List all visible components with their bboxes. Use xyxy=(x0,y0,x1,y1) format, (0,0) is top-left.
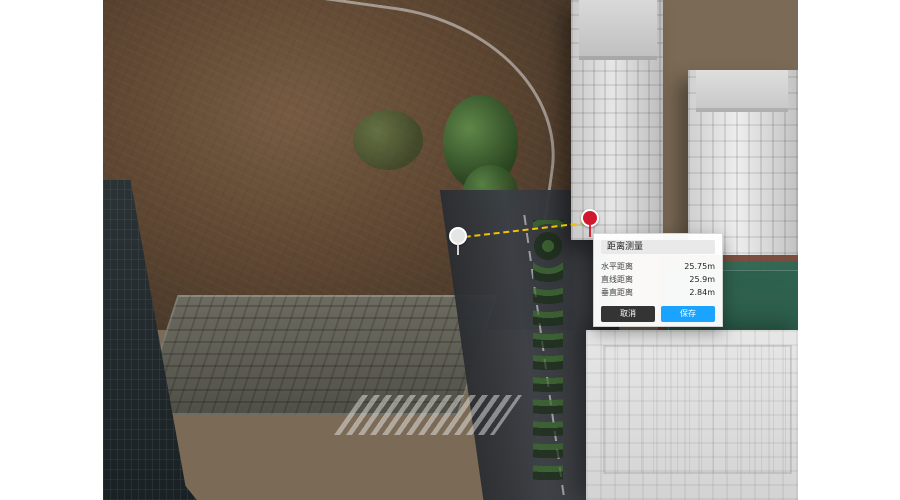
panel-title: 距离测量 xyxy=(601,240,715,254)
measurement-label: 垂直距离 xyxy=(601,288,633,297)
measurement-label: 水平距离 xyxy=(601,262,633,271)
distance-measurement-panel: 距离测量 水平距离 25.75m 直线距离 25.9m 垂直距离 2.84m 取… xyxy=(593,233,723,327)
measurement-row: 垂直距离 2.84m xyxy=(601,286,715,299)
measurement-row: 水平距离 25.75m xyxy=(601,260,715,273)
end-point-marker[interactable] xyxy=(581,209,599,227)
measurement-row: 直线距离 25.9m xyxy=(601,273,715,286)
measurement-value: 25.9m xyxy=(689,275,715,284)
measurement-value: 2.84m xyxy=(689,288,715,297)
cancel-button[interactable]: 取消 xyxy=(601,306,655,322)
measurement-value: 25.75m xyxy=(684,262,715,271)
measurement-label: 直线距离 xyxy=(601,275,633,284)
aerial-map-viewport[interactable]: 距离测量 水平距离 25.75m 直线距离 25.9m 垂直距离 2.84m 取… xyxy=(103,0,798,500)
start-point-marker[interactable] xyxy=(449,227,467,245)
distance-line xyxy=(455,221,587,239)
save-button[interactable]: 保存 xyxy=(661,306,715,322)
measurement-overlay[interactable]: 距离测量 水平距离 25.75m 直线距离 25.9m 垂直距离 2.84m 取… xyxy=(103,0,798,500)
panel-actions: 取消 保存 xyxy=(601,306,715,322)
